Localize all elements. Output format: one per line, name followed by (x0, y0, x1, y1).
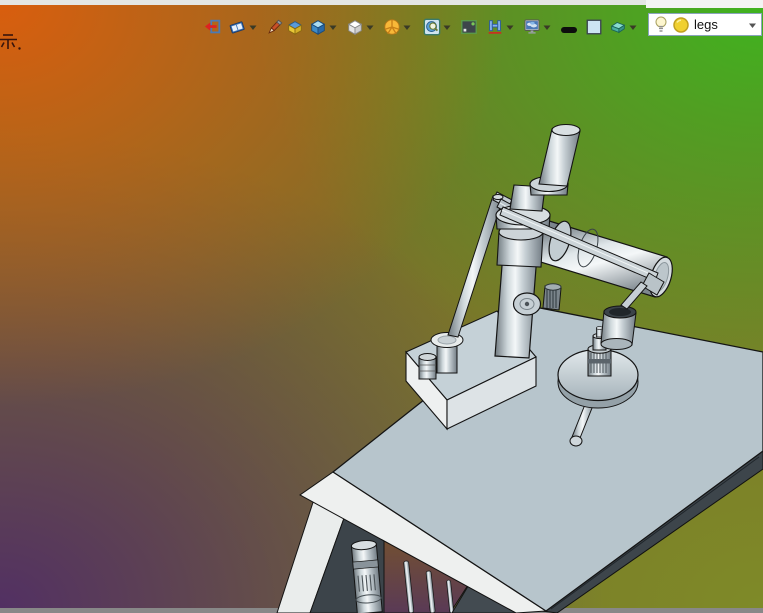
eraser-button[interactable] (609, 17, 637, 37)
scene-button[interactable] (460, 17, 478, 37)
chevron-down-icon[interactable] (249, 24, 257, 31)
top-cylinder-cap (551, 123, 581, 137)
scene-rect-icon[interactable] (460, 18, 478, 36)
view-cube-button[interactable] (309, 17, 337, 37)
exit-button[interactable] (204, 17, 222, 37)
view-selector-combobox[interactable]: legs (648, 13, 762, 36)
display-style-button[interactable] (346, 17, 374, 37)
pill-button[interactable] (560, 20, 578, 40)
section-view-button[interactable] (486, 17, 514, 37)
black-pill-icon[interactable] (560, 24, 578, 36)
chevron-down-icon[interactable] (443, 24, 451, 31)
pencil-button[interactable] (266, 17, 284, 37)
assembly-model[interactable] (0, 5, 763, 613)
orange-wheel-icon[interactable] (383, 18, 401, 36)
monitor-clouds-icon[interactable] (523, 18, 541, 36)
yellow-circle-icon (673, 16, 689, 33)
blue-square-icon[interactable] (585, 18, 603, 36)
lightbulb-icon (655, 16, 667, 32)
yellow-box-button[interactable] (286, 17, 304, 37)
pencil-icon[interactable] (266, 18, 284, 36)
section-h-icon[interactable] (486, 18, 504, 36)
combobox-dropdown-arrow[interactable] (748, 22, 757, 29)
chevron-down-icon[interactable] (629, 24, 637, 31)
blue-cube-icon[interactable] (309, 18, 327, 36)
chevron-down-icon[interactable] (366, 24, 374, 31)
top-strip-right (646, 0, 763, 8)
magnifier-icon[interactable] (423, 18, 441, 36)
swatch-button[interactable] (585, 17, 603, 37)
combobox-value: legs (694, 17, 718, 32)
exit-icon[interactable] (204, 18, 222, 36)
zoom-button[interactable] (423, 17, 451, 37)
notebook-icon[interactable] (227, 18, 247, 36)
eraser-icon[interactable] (609, 18, 627, 36)
shaft-ball-tip (569, 435, 583, 447)
notebook-button[interactable] (227, 17, 257, 37)
appearance-button[interactable] (383, 17, 411, 37)
chevron-down-icon[interactable] (543, 24, 551, 31)
gear-knob[interactable] (542, 283, 562, 311)
cup-canister[interactable] (600, 305, 637, 350)
chevron-down-icon[interactable] (403, 24, 411, 31)
rod-mount[interactable] (418, 332, 464, 380)
apply-scene-button[interactable] (523, 17, 551, 37)
handwheel[interactable] (512, 292, 542, 316)
white-cube-icon[interactable] (346, 18, 364, 36)
top-cylinder (538, 128, 581, 187)
cad-viewport[interactable]: 示. (0, 5, 763, 613)
yellow-box-icon[interactable] (286, 18, 304, 36)
chevron-down-icon[interactable] (329, 24, 337, 31)
chevron-down-icon[interactable] (506, 24, 514, 31)
